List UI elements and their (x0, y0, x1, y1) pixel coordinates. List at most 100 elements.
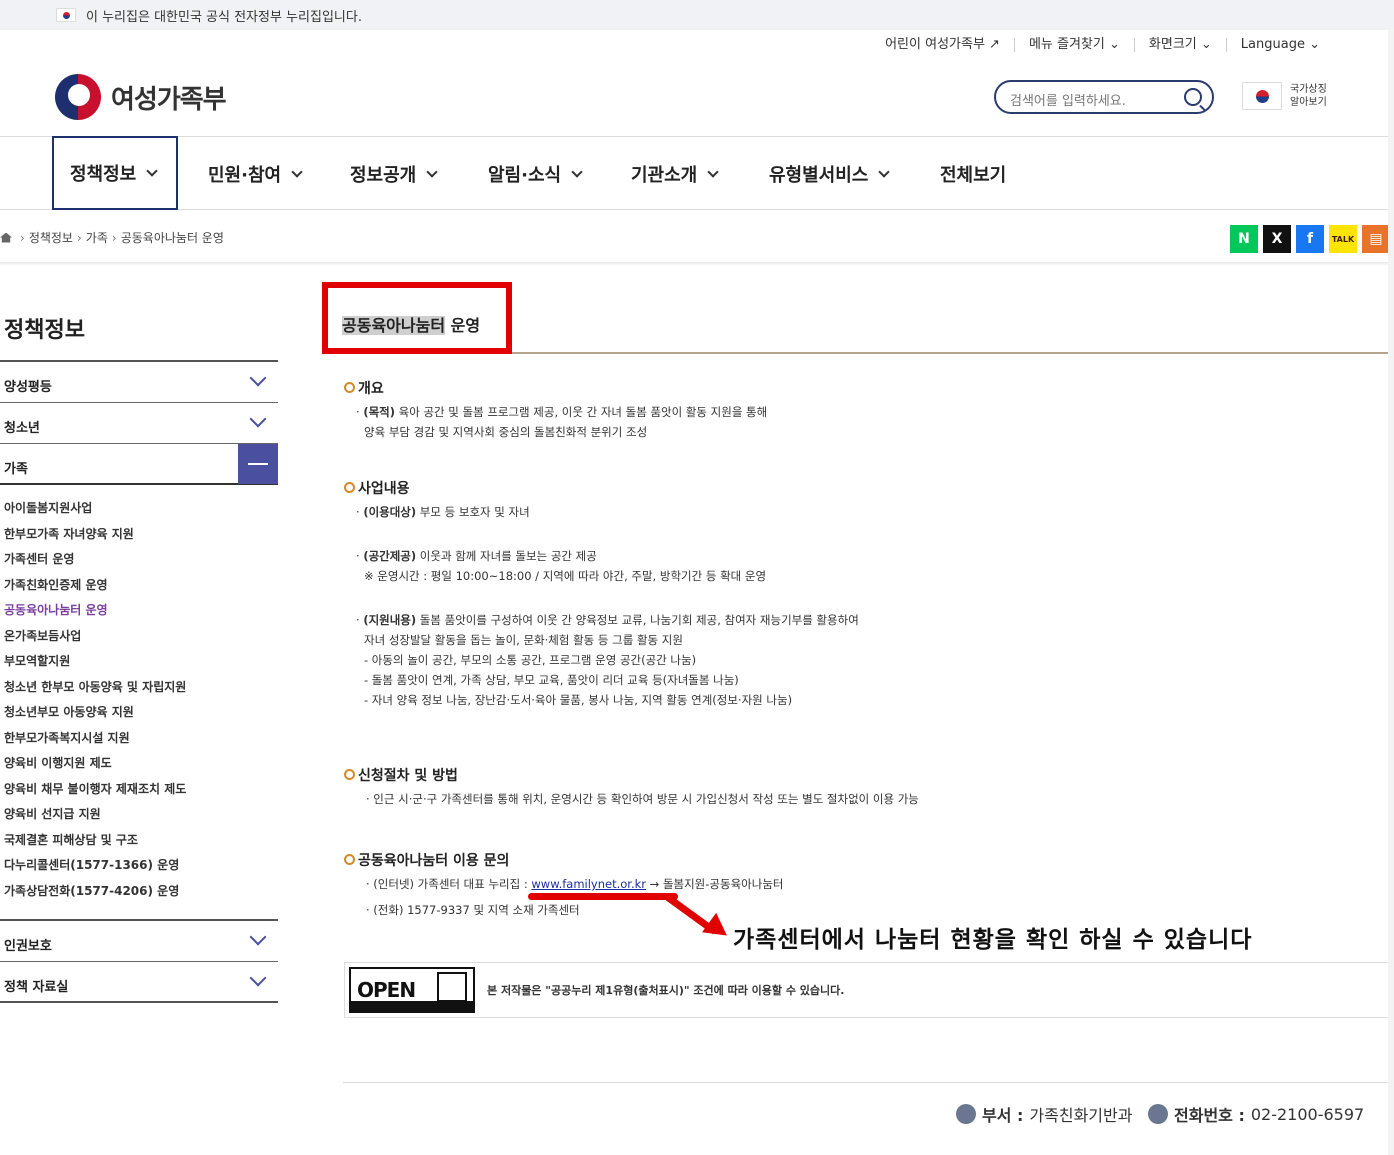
department-info: 부서 : 가족친화기반과 (956, 1102, 1132, 1126)
submenu-item[interactable]: 한부모가족복지시설 지원 (0, 729, 278, 755)
chevron-down-icon (878, 165, 891, 178)
chevron-down-icon (291, 165, 303, 178)
submenu-item[interactable]: 양육비 채무 불이행자 제재조치 제도 (0, 780, 278, 806)
submenu-item[interactable]: 양육비 선지급 지원 (0, 805, 278, 831)
text: 부모 등 보호자 및 자녀 (416, 505, 530, 519)
search-placeholder: 검색어를 입력하세요. (1010, 94, 1126, 109)
text: 육아 공간 및 돌봄 프로그램 제공, 이웃 간 자녀 돌봄 품앗이 활동 지원… (394, 405, 768, 419)
scrollbar[interactable] (1388, 30, 1394, 1155)
submenu-item[interactable]: 가족센터 운영 (0, 550, 278, 576)
annotation-underline (528, 893, 678, 900)
gnb-policy-info[interactable]: 정책정보 (52, 136, 178, 210)
share-buttons: N X f TALK ▤ (1230, 225, 1390, 253)
sidebar-item-archive[interactable]: 정책 자료실 (0, 962, 278, 1003)
phone-info: 전화번호 : 02-2100-6597 (1148, 1102, 1364, 1126)
chevron-down-icon (249, 369, 267, 387)
breadcrumb-separator: › (111, 230, 117, 245)
submenu-item[interactable]: 국제결혼 피해상담 및 구조 (0, 831, 278, 857)
gnb-label: 전체보기 (940, 164, 1007, 186)
submenu-item[interactable]: 부모역할지원 (0, 652, 278, 678)
sidebar-item-gender-equality[interactable]: 양성평등 (0, 362, 278, 403)
paragraph: - 자녀 양육 정보 나눔, 장난감·도서·육아 물품, 봉사 나눔, 지역 활… (364, 693, 793, 707)
annotation-text: 가족센터에서 나눔터 현황을 확인 하실 수 있습니다 (733, 927, 1253, 953)
gnb-label: 민원·참여 (208, 164, 282, 186)
paragraph: · (지원내용) 돌봄 품앗이를 구성하여 이웃 간 양육정보 교류, 나눔기회… (356, 613, 859, 627)
korea-flag-icon (1242, 82, 1282, 110)
gnb-news[interactable]: 알림·소식 (488, 137, 583, 210)
phone-label: 전화번호 : (1174, 1106, 1245, 1125)
kogl-logo-text: OPEN (357, 978, 416, 1002)
gnb-label: 알림·소식 (488, 164, 562, 186)
gnb-about[interactable]: 기관소개 (631, 137, 719, 210)
submenu-item[interactable]: 청소년 한부모 아동양육 및 자립지원 (0, 678, 278, 704)
kids-link[interactable]: 어린이 여성가족부 ↗ (871, 38, 1014, 52)
breadcrumb-item[interactable]: 가족 (86, 229, 108, 246)
gnb-info-disclosure[interactable]: 정보공개 (350, 137, 438, 210)
collapse-icon[interactable] (238, 444, 278, 484)
chevron-down-icon: ⌄ (1109, 37, 1120, 52)
kogl-open-logo[interactable]: OPEN (349, 967, 475, 1013)
search-input[interactable]: 검색어를 입력하세요. (994, 80, 1214, 114)
logo-text: 여성가족부 (111, 84, 227, 115)
text: 돌봄 품앗이를 구성하여 이웃 간 양육정보 교류, 나눔기회 제공, 참여자 … (416, 613, 859, 627)
tag: (지원내용) (363, 613, 417, 627)
search-icon[interactable] (1184, 88, 1202, 106)
paragraph: · (공간제공) 이웃과 함께 자녀를 돌보는 공간 제공 (356, 549, 597, 563)
chevron-down-icon (571, 165, 583, 178)
kakaotalk-share-icon[interactable]: TALK (1329, 225, 1357, 253)
page-title: 공동육아나눔터 운영 (342, 312, 480, 336)
sidebar-item-label: 양성평등 (4, 380, 52, 395)
language-menu[interactable]: Language ⌄ (1225, 37, 1334, 52)
print-icon[interactable]: ▤ (1362, 225, 1390, 253)
submenu-item[interactable]: 온가족보듬사업 (0, 627, 278, 653)
favorites-menu[interactable]: 메뉴 즐겨찾기 ⌄ (1013, 37, 1134, 52)
utility-menu: 어린이 여성가족부 ↗ 메뉴 즐겨찾기 ⌄ 화면크기 ⌄ Language ⌄ (871, 38, 1334, 52)
paragraph: ※ 운영시간 : 평일 10:00~18:00 / 지역에 따라 야간, 주말,… (364, 569, 767, 583)
kids-link-label: 어린이 여성가족부 (885, 37, 985, 52)
sidebar-title: 정책정보 (0, 300, 278, 362)
screen-size-menu[interactable]: 화면크기 ⌄ (1133, 37, 1226, 52)
gov-banner-text: 이 누리집은 대한민국 공식 전자정부 누리집입니다. (86, 9, 362, 25)
sidebar-item-youth[interactable]: 청소년 (0, 403, 278, 444)
submenu-item[interactable]: 가족친화인증제 운영 (0, 576, 278, 602)
paragraph: · 인근 시·군·구 가족센터를 통해 위치, 운영시간 등 확인하여 방문 시… (366, 792, 919, 806)
submenu-item[interactable]: 아이돌봄지원사업 (0, 499, 278, 525)
submenu-item[interactable]: 청소년부모 아동양육 지원 (0, 703, 278, 729)
chevron-down-icon: ⌄ (1309, 37, 1320, 52)
sidebar-item-label: 인권보호 (4, 939, 52, 954)
chevron-down-icon (707, 165, 719, 178)
chevron-down-icon (249, 969, 267, 987)
naver-blog-share-icon[interactable]: N (1230, 225, 1258, 253)
submenu-item[interactable]: 가족상담전화(1577-4206) 운영 (0, 882, 278, 908)
page-title-rest: 운영 (445, 316, 481, 335)
gnb-sitemap[interactable]: 전체보기 (940, 137, 1006, 210)
section-apply: 신청절차 및 방법 · 인근 시·군·구 가족센터를 통해 위치, 운영시간 등… (344, 765, 919, 809)
facebook-share-icon[interactable]: f (1296, 225, 1324, 253)
gnb-services-by-type[interactable]: 유형별서비스 (769, 137, 891, 210)
section-heading: 공동육아나눔터 이용 문의 (344, 850, 783, 870)
familynet-link[interactable]: www.familynet.or.kr (531, 877, 646, 891)
footer-divider (343, 1082, 1390, 1083)
sidebar-item-human-rights[interactable]: 인권보호 (0, 921, 278, 962)
submenu-item[interactable]: 다누리콜센터(1577-1366) 운영 (0, 856, 278, 882)
gnb-civil-participation[interactable]: 민원·참여 (208, 137, 303, 210)
x-share-icon[interactable]: X (1263, 225, 1291, 253)
section-heading: 개요 (344, 378, 767, 398)
tag: (이용대상) (363, 505, 417, 519)
breadcrumb-item[interactable]: 정책정보 (29, 229, 73, 246)
department-label: 부서 : (982, 1106, 1024, 1125)
submenu-item-current[interactable]: 공동육아나눔터 운영 (0, 601, 278, 627)
site-logo[interactable]: 여성가족부 (55, 74, 227, 120)
home-icon[interactable] (0, 232, 12, 243)
national-symbol-label: 국가상징 알아보기 (1290, 84, 1327, 108)
taegeuk-logo-icon (55, 74, 101, 120)
national-symbol-link[interactable]: 국가상징 알아보기 (1242, 82, 1334, 110)
kogl-license: OPEN 본 저작물은 "공공누리 제1유형(출처표시)" 조건에 따라 이용할… (344, 962, 1390, 1018)
submenu-item[interactable]: 양육비 이행지원 제도 (0, 754, 278, 780)
chevron-down-icon (249, 928, 267, 946)
screen-size-label: 화면크기 (1148, 37, 1197, 52)
department-icon (956, 1104, 976, 1124)
submenu-item[interactable]: 한부모가족 자녀양육 지원 (0, 525, 278, 551)
license-text: 본 저작물은 "공공누리 제1유형(출처표시)" 조건에 따라 이용할 수 있습… (487, 984, 845, 997)
sidebar-item-family[interactable]: 가족 (0, 444, 278, 485)
